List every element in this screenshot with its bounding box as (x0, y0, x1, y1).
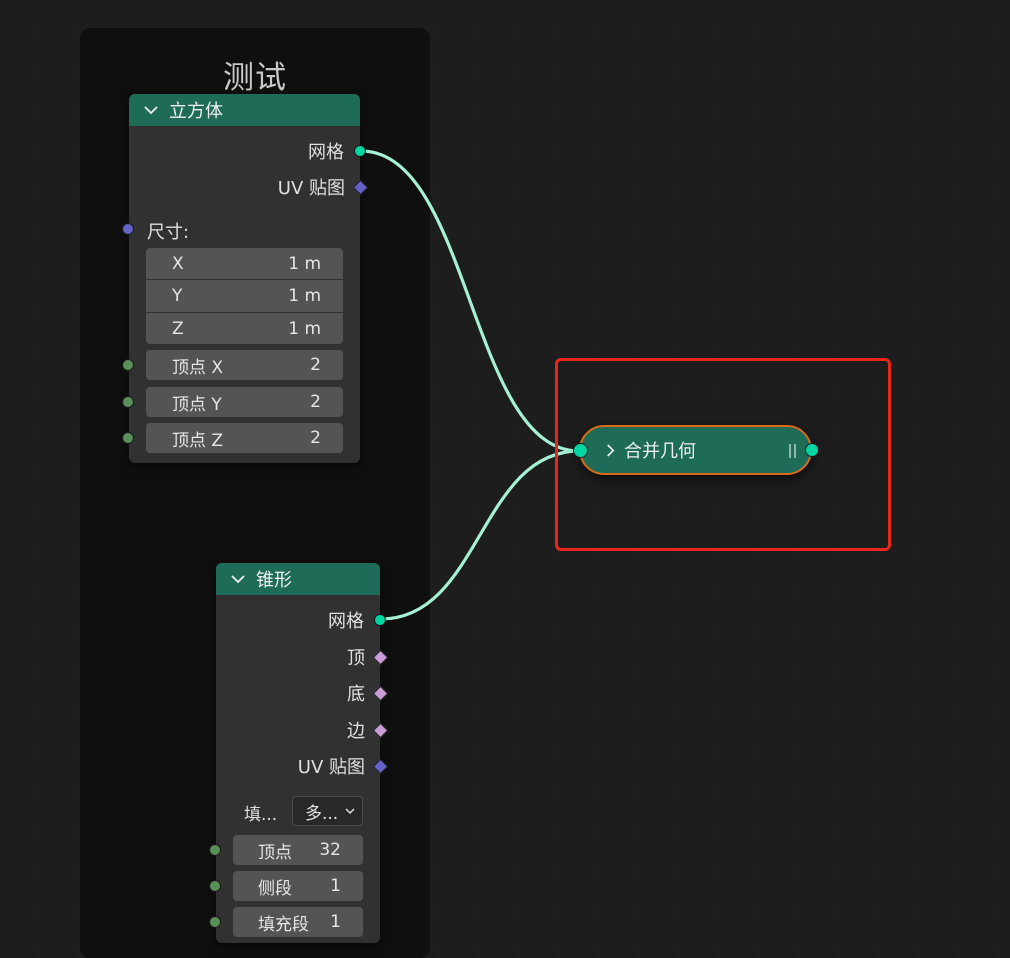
fill-type-label: 填... (244, 805, 278, 825)
field-label: 顶点 Y (172, 394, 222, 415)
output-label: UV 贴图 (297, 757, 365, 778)
chevron-right-icon[interactable] (605, 443, 616, 458)
join-geometry-input-socket-icon[interactable] (573, 443, 588, 458)
cone-output-side: 边 (347, 718, 389, 742)
bool-field-socket-icon[interactable] (372, 685, 389, 701)
geometry-socket-icon[interactable] (374, 614, 386, 626)
output-label: UV 贴图 (277, 178, 345, 199)
field-label: 顶点 X (172, 357, 224, 378)
cone-node-header[interactable]: 锥形 (216, 563, 380, 595)
chevron-down-icon[interactable] (143, 102, 159, 118)
output-label: 边 (347, 721, 365, 742)
chevron-down-icon (345, 808, 355, 815)
size-socket-icon[interactable] (122, 223, 134, 235)
cone-vertices-field[interactable]: 顶点 32 (233, 835, 363, 865)
field-value: 1 m (288, 286, 321, 306)
cube-output-mesh: 网格 (308, 139, 366, 163)
field-label: 侧段 (258, 878, 292, 899)
int-socket-icon[interactable] (122, 396, 134, 408)
int-socket-icon[interactable] (122, 359, 134, 371)
field-value: 1 m (288, 318, 321, 339)
size-y-field[interactable]: Y 1 m (146, 280, 343, 312)
field-value: 1 (330, 876, 341, 896)
output-label: 顶 (347, 648, 365, 669)
int-socket-icon[interactable] (209, 880, 221, 892)
output-label: 网格 (308, 142, 344, 163)
join-geometry-title: 合并几何 (624, 441, 696, 462)
field-label: Z (172, 318, 184, 339)
cone-output-bottom: 底 (347, 681, 389, 705)
bool-field-socket-icon[interactable] (372, 722, 389, 738)
vertices-y-field[interactable]: 顶点 Y 2 (146, 387, 343, 417)
bool-field-socket-icon[interactable] (372, 649, 389, 665)
field-label: Y (172, 286, 183, 306)
chevron-down-icon[interactable] (230, 571, 246, 587)
field-label: 填充段 (258, 914, 309, 935)
field-label: 顶点 (258, 842, 292, 863)
cube-node-header[interactable]: 立方体 (129, 94, 360, 126)
vertices-z-field[interactable]: 顶点 Z 2 (146, 423, 343, 453)
uv-socket-icon[interactable] (372, 758, 389, 774)
cone-output-top: 顶 (347, 645, 389, 669)
field-label: X (172, 253, 184, 274)
size-z-field[interactable]: Z 1 m (146, 313, 343, 344)
cube-node[interactable]: 立方体 网格 UV 贴图 尺寸: X 1 m Y 1 m Z 1 m 顶点 X … (122, 94, 369, 463)
output-label: 底 (347, 684, 365, 705)
cube-output-uv: UV 贴图 (277, 175, 369, 199)
field-value: 32 (319, 840, 341, 860)
cone-output-uv: UV 贴图 (297, 754, 389, 778)
cone-output-mesh: 网格 (328, 608, 386, 632)
join-geometry-output-socket-icon[interactable] (805, 443, 819, 457)
int-socket-icon[interactable] (209, 844, 221, 856)
cube-node-title: 立方体 (169, 101, 223, 122)
fill-type-select[interactable]: 多... (292, 796, 363, 826)
join-geometry-node[interactable]: 合并几何 (579, 425, 812, 475)
geometry-socket-icon[interactable] (354, 145, 366, 157)
field-value: 1 m (288, 253, 321, 274)
int-socket-icon[interactable] (122, 432, 134, 444)
cone-node[interactable]: 锥形 网格 顶 底 边 UV 贴图 填... 多... 顶点 32 侧段 1 填… (209, 563, 389, 943)
select-value: 多... (305, 803, 339, 824)
size-x-field[interactable]: X 1 m (146, 248, 343, 279)
field-value: 2 (310, 355, 321, 375)
field-value: 2 (310, 428, 321, 448)
link-cube-to-merge (360, 149, 580, 453)
uv-socket-icon[interactable] (352, 179, 369, 195)
output-label: 网格 (328, 611, 364, 632)
field-value: 1 (330, 912, 341, 932)
cone-node-title: 锥形 (256, 570, 292, 591)
int-socket-icon[interactable] (209, 916, 221, 928)
size-label: 尺寸: (147, 222, 190, 243)
field-value: 2 (310, 392, 321, 412)
field-label: 顶点 Z (172, 430, 224, 451)
link-cone-to-merge (380, 449, 580, 621)
multi-input-icon (789, 444, 796, 458)
vertices-x-field[interactable]: 顶点 X 2 (146, 350, 343, 380)
cone-side-segments-field[interactable]: 侧段 1 (233, 871, 363, 901)
cone-fill-segments-field[interactable]: 填充段 1 (233, 907, 363, 937)
